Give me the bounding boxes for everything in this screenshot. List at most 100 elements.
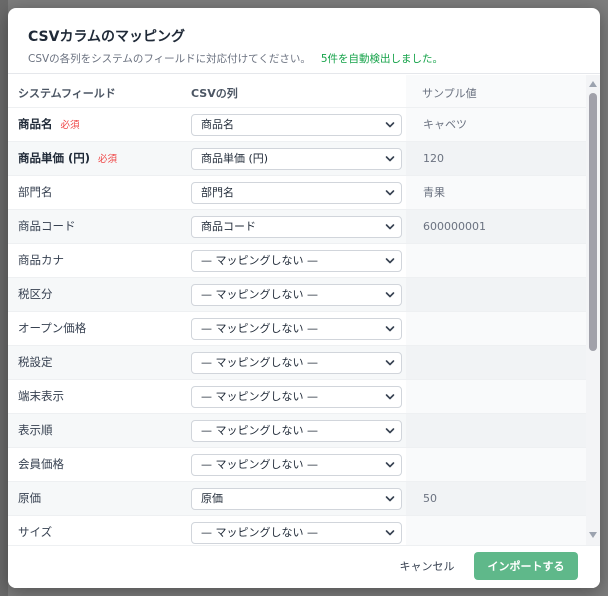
sample-value: 50 bbox=[423, 492, 437, 505]
field-name: 会員価格 bbox=[18, 457, 64, 471]
csv-column-selected-value: 商品単価 (円) bbox=[201, 152, 269, 165]
mapping-row: オープン価格 — マッピングしない — bbox=[8, 311, 586, 345]
csv-column-selected-value: — マッピングしない — bbox=[201, 526, 318, 539]
mapping-row: サイズ — マッピングしない — bbox=[8, 515, 586, 545]
csv-column-select[interactable]: — マッピングしない — bbox=[191, 250, 402, 272]
scroll-up-icon[interactable] bbox=[589, 81, 597, 87]
csv-column-select[interactable]: — マッピングしない — bbox=[191, 284, 402, 306]
chevron-down-icon bbox=[385, 462, 395, 468]
csv-column-selected-value: 部門名 bbox=[201, 186, 234, 199]
csv-column-selected-value: 商品名 bbox=[201, 118, 234, 131]
mapping-row: 商品単価 (円) 必須 商品単価 (円) 120 bbox=[8, 141, 586, 175]
csv-column-select[interactable]: — マッピングしない — bbox=[191, 454, 402, 476]
chevron-down-icon bbox=[385, 292, 395, 298]
csv-column-select[interactable]: — マッピングしない — bbox=[191, 352, 402, 374]
mapping-row: 会員価格 — マッピングしない — bbox=[8, 447, 586, 481]
dialog-title: CSVカラムのマッピング bbox=[28, 29, 186, 45]
mapping-row: 税設定 — マッピングしない — bbox=[8, 345, 586, 379]
field-name: 税区分 bbox=[18, 287, 53, 301]
dialog-description: CSVの各列をシステムのフィールドに対応付けてください。 5件を自動検出しました。 bbox=[28, 52, 600, 66]
chevron-down-icon bbox=[385, 530, 395, 536]
required-badge: 必須 bbox=[98, 154, 118, 165]
mapping-row: 商品名 必須 商品名 キャベツ bbox=[8, 107, 586, 141]
csv-column-selected-value: — マッピングしない — bbox=[201, 322, 318, 335]
mapping-row: 端末表示 — マッピングしない — bbox=[8, 379, 586, 413]
dialog-description-text: CSVの各列をシステムのフィールドに対応付けてください。 bbox=[28, 53, 311, 65]
field-name: 商品コード bbox=[18, 219, 76, 233]
field-name: 商品名 bbox=[18, 117, 53, 131]
chevron-down-icon bbox=[385, 122, 395, 128]
chevron-down-icon bbox=[385, 428, 395, 434]
field-name: 原価 bbox=[18, 491, 41, 505]
system-field-label: 端末表示 bbox=[18, 380, 64, 413]
mapping-row: 表示順 — マッピングしない — bbox=[8, 413, 586, 447]
csv-column-selected-value: — マッピングしない — bbox=[201, 458, 318, 471]
chevron-down-icon bbox=[385, 156, 395, 162]
dialog-header: CSVカラムのマッピング CSVの各列をシステムのフィールドに対応付けてください… bbox=[8, 8, 600, 74]
header-system-field: システムフィールド bbox=[18, 87, 116, 100]
csv-column-selected-value: 原価 bbox=[201, 492, 223, 505]
mapping-row: 商品コード 商品コード 600000001 bbox=[8, 209, 586, 243]
csv-column-select[interactable]: 商品単価 (円) bbox=[191, 148, 402, 170]
mapping-row: 税区分 — マッピングしない — bbox=[8, 277, 586, 311]
field-name: 部門名 bbox=[18, 185, 53, 199]
sample-value: 120 bbox=[423, 152, 444, 165]
field-name: 税設定 bbox=[18, 355, 53, 369]
csv-column-select[interactable]: — マッピングしない — bbox=[191, 522, 402, 544]
dialog-footer: キャンセル インポートする bbox=[8, 545, 600, 588]
csv-column-select[interactable]: 商品コード bbox=[191, 216, 402, 238]
page-backdrop bbox=[0, 0, 8, 596]
auto-detect-message: 5件を自動検出しました。 bbox=[320, 53, 444, 65]
field-name: オープン価格 bbox=[18, 321, 87, 335]
csv-column-selected-value: — マッピングしない — bbox=[201, 424, 318, 437]
system-field-label: 表示順 bbox=[18, 414, 53, 447]
csv-mapping-dialog: CSVカラムのマッピング CSVの各列をシステムのフィールドに対応付けてください… bbox=[8, 8, 600, 588]
csv-column-select[interactable]: 部門名 bbox=[191, 182, 402, 204]
chevron-down-icon bbox=[385, 326, 395, 332]
chevron-down-icon bbox=[385, 360, 395, 366]
mapping-table-scroll-area[interactable]: システムフィールド CSVの列 サンプル値 商品名 必須 商品名 キャベツ 商品… bbox=[8, 75, 600, 545]
system-field-label: 税区分 bbox=[18, 278, 53, 311]
system-field-label: 商品単価 (円) 必須 bbox=[18, 142, 117, 175]
mapping-table-header: システムフィールド CSVの列 サンプル値 bbox=[8, 75, 586, 107]
field-name: 商品カナ bbox=[18, 253, 64, 267]
field-name: 表示順 bbox=[18, 423, 53, 437]
mapping-row: 商品カナ — マッピングしない — bbox=[8, 243, 586, 277]
system-field-label: サイズ bbox=[18, 516, 52, 545]
scroll-down-icon[interactable] bbox=[589, 532, 597, 538]
mapping-row: 原価 原価 50 bbox=[8, 481, 586, 515]
csv-column-select[interactable]: — マッピングしない — bbox=[191, 420, 402, 442]
mapping-row: 部門名 部門名 青果 bbox=[8, 175, 586, 209]
chevron-down-icon bbox=[385, 258, 395, 264]
csv-column-select[interactable]: — マッピングしない — bbox=[191, 386, 402, 408]
header-csv-column: CSVの列 bbox=[191, 87, 238, 100]
csv-column-selected-value: — マッピングしない — bbox=[201, 356, 318, 369]
csv-column-selected-value: — マッピングしない — bbox=[201, 254, 318, 267]
cancel-button[interactable]: キャンセル bbox=[394, 552, 460, 580]
sample-value: 600000001 bbox=[423, 220, 486, 233]
system-field-label: 税設定 bbox=[18, 346, 53, 379]
sample-value: 青果 bbox=[423, 186, 445, 199]
csv-column-selected-value: 商品コード bbox=[201, 220, 256, 233]
csv-column-select[interactable]: 商品名 bbox=[191, 114, 402, 136]
system-field-label: 部門名 bbox=[18, 176, 53, 209]
system-field-label: 商品名 必須 bbox=[18, 108, 80, 141]
required-badge: 必須 bbox=[60, 120, 80, 131]
system-field-label: 商品カナ bbox=[18, 244, 64, 277]
vertical-scrollbar[interactable] bbox=[586, 75, 600, 545]
scrollbar-thumb[interactable] bbox=[589, 93, 597, 351]
field-name: サイズ bbox=[18, 525, 53, 539]
system-field-label: 原価 bbox=[18, 482, 41, 515]
import-button[interactable]: インポートする bbox=[474, 552, 578, 580]
chevron-down-icon bbox=[385, 224, 395, 230]
csv-column-select[interactable]: 原価 bbox=[191, 488, 402, 510]
header-sample-value: サンプル値 bbox=[422, 87, 477, 100]
chevron-down-icon bbox=[385, 496, 395, 502]
csv-column-select[interactable]: — マッピングしない — bbox=[191, 318, 402, 340]
system-field-label: 商品コード bbox=[18, 210, 76, 243]
chevron-down-icon bbox=[385, 394, 395, 400]
chevron-down-icon bbox=[385, 190, 395, 196]
sample-value: キャベツ bbox=[423, 118, 467, 131]
field-name: 商品単価 (円) bbox=[18, 151, 91, 165]
system-field-label: オープン価格 bbox=[18, 312, 86, 345]
